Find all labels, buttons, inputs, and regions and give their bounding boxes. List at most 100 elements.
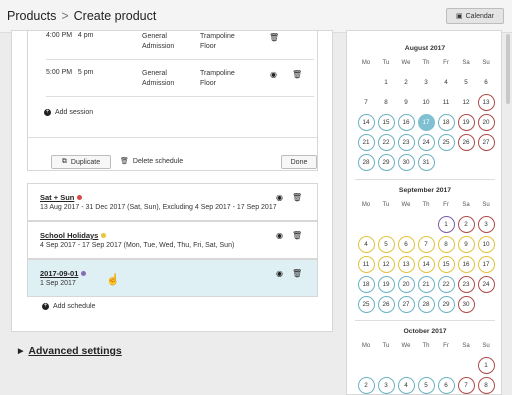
delete-schedule-button[interactable]: 🗑 Delete schedule bbox=[120, 157, 183, 166]
schedule-item[interactable]: Sat + Sun 13 Aug 2017 - 31 Dec 2017 (Sat… bbox=[27, 183, 318, 221]
calendar-day[interactable]: 10 bbox=[477, 236, 495, 253]
calendar-day[interactable]: 6 bbox=[437, 377, 455, 394]
calendar-day[interactable]: 10 bbox=[418, 94, 435, 111]
visibility-icon[interactable]: ◉ bbox=[276, 193, 283, 202]
visibility-icon[interactable]: ◉ bbox=[276, 231, 283, 240]
calendar-day[interactable]: 7 bbox=[417, 236, 435, 253]
calendar-day[interactable]: 4 bbox=[357, 236, 375, 253]
calendar-day[interactable]: 12 bbox=[458, 94, 475, 111]
calendar-day[interactable]: 28 bbox=[417, 296, 435, 313]
calendar-day[interactable]: 2 bbox=[398, 74, 415, 91]
breadcrumb-products-link[interactable]: Products bbox=[7, 9, 56, 23]
calendar-panel: August 2017 Mo Tu We Th Fr Sa Su 1 2 3 4 5 6 7 8 9 10 11 12… bbox=[346, 30, 502, 395]
top-bar: Products > Create product ▣ Calendar bbox=[0, 0, 512, 33]
delete-icon[interactable]: 🗑 bbox=[292, 269, 302, 278]
calendar-day[interactable]: 30 bbox=[457, 296, 475, 313]
delete-session-icon[interactable]: 🗑 bbox=[269, 33, 279, 42]
calendar-day[interactable]: 14 bbox=[357, 114, 375, 131]
schedule-name[interactable]: School Holidays bbox=[40, 231, 107, 240]
calendar-day[interactable]: 19 bbox=[457, 114, 475, 131]
calendar-day[interactable]: 22 bbox=[437, 276, 455, 293]
calendar-day[interactable]: 27 bbox=[477, 134, 495, 151]
calendar-day[interactable]: 16 bbox=[457, 256, 475, 273]
calendar-day[interactable]: 7 bbox=[457, 377, 475, 394]
calendar-day[interactable]: 1 bbox=[378, 74, 395, 91]
calendar-day[interactable]: 4 bbox=[438, 74, 455, 91]
weekday-label: We bbox=[401, 343, 411, 349]
calendar-day[interactable]: 28 bbox=[357, 154, 375, 171]
calendar-day[interactable]: 19 bbox=[377, 276, 395, 293]
calendar-day[interactable]: 30 bbox=[397, 154, 415, 171]
calendar-day[interactable]: 15 bbox=[437, 256, 455, 273]
calendar-day[interactable]: 8 bbox=[477, 377, 495, 394]
calendar-day[interactable]: 17 bbox=[477, 256, 495, 273]
calendar-day[interactable]: 26 bbox=[457, 134, 475, 151]
calendar-day[interactable]: 9 bbox=[457, 236, 475, 253]
calendar-day[interactable]: 2 bbox=[357, 377, 375, 394]
duplicate-button[interactable]: ⧉ Duplicate bbox=[51, 155, 111, 169]
advanced-settings-toggle[interactable]: ▶ Advanced settings bbox=[18, 345, 122, 357]
calendar-day[interactable]: 22 bbox=[377, 134, 395, 151]
calendar-day[interactable]: 6 bbox=[478, 74, 495, 91]
calendar-day[interactable]: 12 bbox=[377, 256, 395, 273]
calendar-day[interactable]: 5 bbox=[417, 377, 435, 394]
calendar-day[interactable]: 13 bbox=[477, 94, 495, 111]
calendar-day[interactable]: 21 bbox=[357, 134, 375, 151]
visibility-icon[interactable]: ◉ bbox=[270, 70, 277, 79]
calendar-day[interactable]: 4 bbox=[397, 377, 415, 394]
done-button[interactable]: Done bbox=[281, 155, 317, 169]
calendar-day[interactable]: 8 bbox=[378, 94, 395, 111]
delete-icon[interactable]: 🗑 bbox=[292, 193, 302, 202]
calendar-day[interactable]: 11 bbox=[438, 94, 455, 111]
delete-icon[interactable]: 🗑 bbox=[292, 231, 302, 240]
calendar-month-title: September 2017 bbox=[398, 187, 452, 194]
calendar-day[interactable]: 29 bbox=[377, 154, 395, 171]
calendar-day[interactable]: 11 bbox=[357, 256, 375, 273]
calendar-day[interactable]: 20 bbox=[477, 114, 495, 131]
calendar-day[interactable]: 25 bbox=[357, 296, 375, 313]
calendar-day[interactable]: 24 bbox=[417, 134, 435, 151]
calendar-day[interactable]: 3 bbox=[418, 74, 435, 91]
calendar-day[interactable]: 18 bbox=[437, 114, 455, 131]
schedule-name[interactable]: 2017-09-01 bbox=[40, 269, 87, 278]
calendar-day[interactable]: 2 bbox=[457, 216, 475, 233]
schedule-color-dot bbox=[77, 195, 83, 200]
calendar-day[interactable]: 14 bbox=[417, 256, 435, 273]
calendar-day[interactable]: 25 bbox=[437, 134, 455, 151]
calendar-day[interactable]: 20 bbox=[397, 276, 415, 293]
calendar-day[interactable]: 1 bbox=[477, 357, 495, 374]
calendar-day[interactable]: 1 bbox=[437, 216, 455, 233]
calendar-day[interactable]: 31 bbox=[417, 154, 435, 171]
delete-session-icon[interactable]: 🗑 bbox=[292, 70, 302, 79]
add-schedule-link[interactable]: + Add schedule bbox=[42, 303, 95, 310]
session-list: 4:00 PM 4 pm General Admission Trampoline… bbox=[27, 31, 318, 171]
calendar-day[interactable]: 18 bbox=[357, 276, 375, 293]
calendar-day[interactable]: 6 bbox=[397, 236, 415, 253]
calendar-day[interactable]: 13 bbox=[397, 256, 415, 273]
calendar-day[interactable]: 16 bbox=[397, 114, 415, 131]
calendar-day[interactable]: 8 bbox=[437, 236, 455, 253]
calendar-day[interactable]: 9 bbox=[398, 94, 415, 111]
calendar-day[interactable]: 24 bbox=[477, 276, 495, 293]
schedule-item-selected[interactable]: 2017-09-01 1 Sep 2017 ◉ 🗑 bbox=[27, 259, 318, 297]
schedule-item[interactable]: School Holidays 4 Sep 2017 - 17 Sep 2017… bbox=[27, 221, 318, 259]
calendar-day[interactable]: 3 bbox=[377, 377, 395, 394]
calendar-day[interactable]: 27 bbox=[397, 296, 415, 313]
scrollbar[interactable] bbox=[506, 34, 510, 104]
calendar-day[interactable]: 26 bbox=[377, 296, 395, 313]
calendar-day-selected[interactable]: 17 bbox=[417, 114, 435, 131]
calendar-day[interactable]: 3 bbox=[477, 216, 495, 233]
schedule-name[interactable]: Sat + Sun bbox=[40, 193, 83, 202]
calendar-button[interactable]: ▣ Calendar bbox=[446, 8, 504, 24]
calendar-day[interactable]: 5 bbox=[458, 74, 475, 91]
calendar-day[interactable]: 23 bbox=[457, 276, 475, 293]
calendar-day[interactable]: 21 bbox=[417, 276, 435, 293]
calendar-day[interactable]: 15 bbox=[377, 114, 395, 131]
calendar-day[interactable]: 7 bbox=[358, 94, 375, 111]
add-session-link[interactable]: + Add session bbox=[44, 109, 93, 116]
calendar-day[interactable]: 29 bbox=[437, 296, 455, 313]
calendar-day[interactable]: 5 bbox=[377, 236, 395, 253]
visibility-icon[interactable]: ◉ bbox=[276, 269, 283, 278]
weekday-label: Mo bbox=[361, 343, 371, 349]
calendar-day[interactable]: 23 bbox=[397, 134, 415, 151]
